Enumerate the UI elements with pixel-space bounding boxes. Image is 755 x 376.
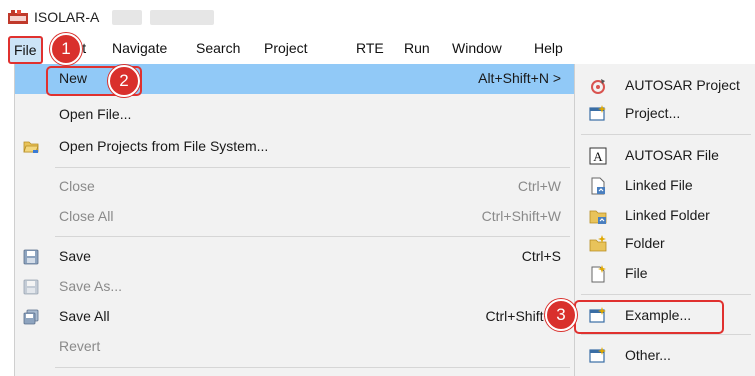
menu-item-accelerator: Ctrl+W <box>517 178 561 194</box>
submenu-item-label: Project... <box>625 105 681 121</box>
menu-bar: File Edit Navigate Search Project RTE Ru… <box>0 34 755 64</box>
autosar-file-icon: A <box>589 147 607 165</box>
menu-rte[interactable]: RTE <box>356 40 384 56</box>
menu-item-accelerator: Ctrl+Shift+W <box>481 208 561 224</box>
menu-search[interactable]: Search <box>196 40 240 56</box>
menu-item-label: Revert <box>59 338 101 354</box>
menu-window[interactable]: Window <box>452 40 502 56</box>
save-as-icon <box>23 279 39 295</box>
project-icon <box>589 105 606 121</box>
menu-run[interactable]: Run <box>404 40 430 56</box>
folder-icon <box>589 235 607 252</box>
menu-item-label: Save As... <box>59 278 123 294</box>
menu-item-open-projects[interactable]: Open Projects from File System... <box>15 132 575 162</box>
menu-item-close-all[interactable]: Close All Ctrl+Shift+W <box>15 202 575 232</box>
submenu-separator <box>581 294 751 295</box>
step-badge-1: 1 <box>50 33 82 65</box>
submenu-item-other[interactable]: Other... <box>575 342 755 370</box>
submenu-separator <box>581 134 751 135</box>
title-bar: ISOLAR-A <box>0 0 755 34</box>
window-title: ISOLAR-A <box>34 9 100 25</box>
linked-folder-icon <box>589 210 607 224</box>
menu-item-accelerator: Alt+Shift+N > <box>478 70 561 86</box>
menu-item-save[interactable]: Save Ctrl+S <box>15 242 575 272</box>
submenu-item-label: AUTOSAR Project <box>625 77 740 93</box>
menu-project[interactable]: Project <box>264 40 308 56</box>
menu-item-open-file[interactable]: Open File... <box>15 100 575 130</box>
step-badge-2: 2 <box>108 65 140 97</box>
autosar-project-icon <box>591 79 605 94</box>
save-icon <box>23 249 39 265</box>
step-badge-3: 3 <box>545 299 577 331</box>
menu-item-accelerator: Ctrl+S <box>521 248 561 264</box>
menu-item-close[interactable]: Close Ctrl+W <box>15 172 575 202</box>
submenu-item-folder[interactable]: Folder <box>575 230 755 258</box>
app-logo-icon <box>8 10 28 24</box>
submenu-item-label: File <box>625 265 648 281</box>
menu-separator <box>55 367 570 368</box>
menu-item-label: Open File... <box>59 106 132 122</box>
svg-text:A: A <box>593 149 603 164</box>
menu-navigate[interactable]: Navigate <box>112 40 167 56</box>
menu-item-save-as[interactable]: Save As... <box>15 272 575 302</box>
submenu-item-linked-file[interactable]: Linked File <box>575 172 755 200</box>
menu-item-label: Save All <box>59 308 110 324</box>
submenu-item-label: Linked Folder <box>625 207 710 223</box>
submenu-item-label: Folder <box>625 235 665 251</box>
submenu-separator <box>581 334 751 335</box>
menu-help[interactable]: Help <box>534 40 563 56</box>
submenu-item-file[interactable]: File <box>575 260 755 288</box>
menu-item-label: Close All <box>59 208 114 224</box>
submenu-item-autosar-file[interactable]: A AUTOSAR File <box>575 142 755 170</box>
submenu-item-label: Other... <box>625 347 671 363</box>
file-menu: New Alt+Shift+N > Open File... Open Proj… <box>14 64 575 376</box>
submenu-item-label: AUTOSAR File <box>625 147 719 163</box>
menu-separator <box>55 236 570 237</box>
menu-item-revert[interactable]: Revert <box>15 332 575 362</box>
file-icon <box>591 265 606 283</box>
menu-item-label: Close <box>59 178 95 194</box>
example-item-callout <box>574 300 724 334</box>
redacted-title-part <box>112 10 142 25</box>
menu-item-label: Save <box>59 248 91 264</box>
other-icon <box>589 347 606 363</box>
submenu-item-linked-folder[interactable]: Linked Folder <box>575 202 755 230</box>
submenu-item-project[interactable]: Project... <box>575 100 755 128</box>
save-all-icon <box>23 309 39 325</box>
folder-open-icon <box>23 141 39 153</box>
redacted-title-part <box>150 10 214 25</box>
submenu-item-label: Linked File <box>625 177 693 193</box>
linked-file-icon <box>591 177 605 195</box>
menu-item-label: Open Projects from File System... <box>59 138 269 154</box>
submenu-item-autosar-project[interactable]: AUTOSAR Project <box>575 72 755 100</box>
menu-item-save-all[interactable]: Save All Ctrl+Shift+S <box>15 302 575 332</box>
menu-separator <box>55 167 570 168</box>
menu-file[interactable]: File <box>8 36 43 64</box>
